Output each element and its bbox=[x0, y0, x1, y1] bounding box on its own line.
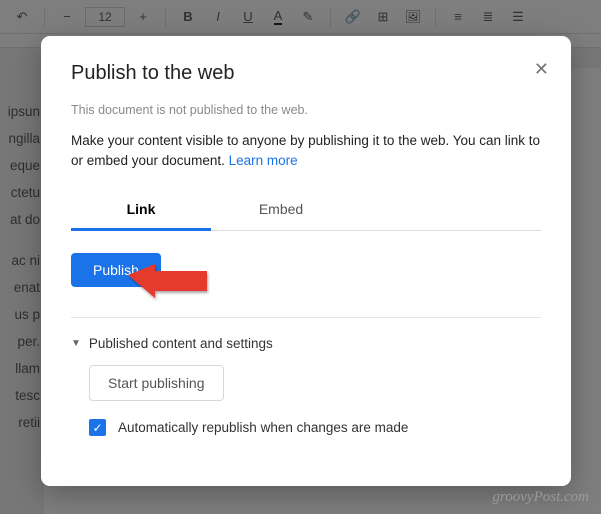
dialog-description: Make your content visible to anyone by p… bbox=[71, 131, 541, 170]
close-icon[interactable]: ✕ bbox=[534, 60, 549, 78]
publish-button[interactable]: Publish bbox=[71, 253, 161, 287]
tab-link[interactable]: Link bbox=[71, 190, 211, 231]
collapse-label: Published content and settings bbox=[89, 336, 273, 351]
published-content-toggle[interactable]: ▼ Published content and settings bbox=[71, 336, 541, 351]
chevron-down-icon: ▼ bbox=[71, 338, 81, 349]
auto-republish-label: Automatically republish when changes are… bbox=[118, 420, 408, 435]
auto-republish-row: ✓ Automatically republish when changes a… bbox=[89, 419, 541, 436]
publish-dialog: Publish to the web ✕ This document is no… bbox=[41, 36, 571, 486]
auto-republish-checkbox[interactable]: ✓ bbox=[89, 419, 106, 436]
watermark: groovyPost.com bbox=[492, 489, 589, 506]
divider bbox=[71, 317, 541, 318]
dialog-title: Publish to the web bbox=[71, 62, 541, 85]
tab-embed[interactable]: Embed bbox=[211, 190, 351, 230]
tab-bar: Link Embed bbox=[71, 190, 541, 231]
publish-status-text: This document is not published to the we… bbox=[71, 103, 541, 117]
learn-more-link[interactable]: Learn more bbox=[229, 153, 298, 168]
start-publishing-button[interactable]: Start publishing bbox=[89, 365, 224, 401]
